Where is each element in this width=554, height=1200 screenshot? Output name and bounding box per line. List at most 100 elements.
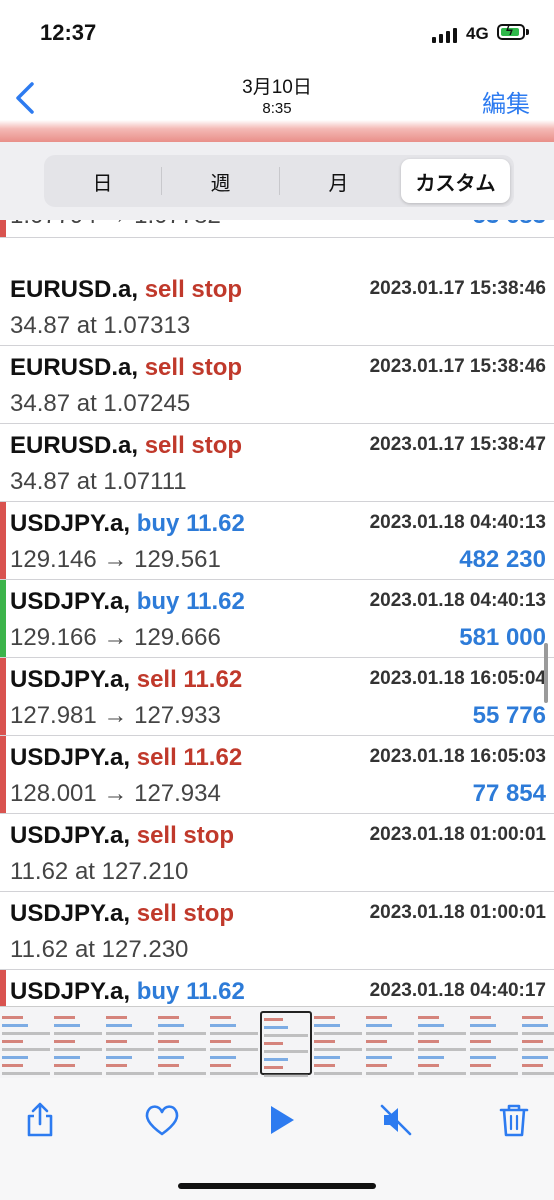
page-thumbnail[interactable] [104,1011,156,1075]
nav-time: 8:35 [262,100,292,117]
row-timestamp: 2023.01.17 15:38:47 [369,434,546,455]
history-row[interactable]: EURUSD.a, sell stop 2023.01.17 15:38:47 34… [0,424,554,502]
trash-icon[interactable] [494,1100,534,1140]
history-row[interactable]: USDJPY.a, buy 11.62 2023.01.18 04:40:17 [0,970,554,1006]
row-symbol: USDJPY.a, [10,666,131,693]
row-action: sell stop [136,900,235,927]
result-color-bar [0,580,6,657]
page-thumbnail[interactable] [312,1011,364,1075]
row-action: sell 11.62 [136,744,243,771]
row-action: sell stop [144,276,243,303]
row-profit: 55 776 [472,702,546,729]
row-detail: 129.146 → 129.561 [10,546,221,573]
history-row[interactable]: USDJPY.a, buy 11.62 2023.01.18 04:40:13 12… [0,502,554,580]
mute-icon[interactable] [376,1100,416,1140]
row-timestamp: 2023.01.18 16:05:03 [369,746,546,767]
status-bar: 12:37 4G ϟ [0,0,554,62]
row-action: sell stop [136,822,235,849]
row-symbol: USDJPY.a, [10,900,131,927]
header-strip [0,120,554,142]
row-title: EURUSD.a, sell stop [10,432,242,460]
row-timestamp: 2023.01.17 15:38:46 [369,278,546,299]
history-row[interactable]: USDJPY.a, buy 11.62 2023.01.18 04:40:13 12… [0,580,554,658]
scroll-indicator[interactable] [544,643,548,703]
row-timestamp: 2023.01.18 01:00:01 [369,902,546,923]
home-indicator [178,1183,376,1189]
row-title: USDJPY.a, buy 11.62 [10,978,245,1006]
page-thumbnail[interactable] [0,1011,52,1075]
network-type: 4G [466,24,489,43]
row-action: buy 11.62 [136,978,245,1005]
row-title: USDJPY.a, buy 11.62 [10,510,245,538]
row-symbol: EURUSD.a, [10,276,139,303]
row-symbol: USDJPY.a, [10,744,131,771]
result-color-bar [0,658,6,735]
thumbnail-strip[interactable] [0,1006,554,1080]
page-thumbnail[interactable] [52,1011,104,1075]
result-color-bar [0,970,6,1006]
result-color-bar [0,220,6,237]
history-row[interactable]: EURUSD.a, sell stop 2023.01.17 15:38:46 34… [0,268,554,346]
result-color-bar [0,736,6,813]
row-profit: 77 854 [472,780,546,807]
row-title: USDJPY.a, sell 11.62 [10,744,242,772]
row-action: buy 11.62 [136,510,245,537]
row-timestamp: 2023.01.17 15:38:46 [369,356,546,377]
row-action: buy 11.62 [136,588,245,615]
row-symbol: EURUSD.a, [10,432,139,459]
share-icon[interactable] [20,1100,60,1140]
period-segmented-control: 日 週 月 カスタム [44,155,514,207]
nav-date: 3月10日 [242,77,312,98]
period-selector-bar: 日 週 月 カスタム [0,142,554,221]
row-detail: 11.62 at 127.210 [10,858,189,885]
history-row[interactable]: USDJPY.a, sell stop 2023.01.18 01:00:01 11… [0,892,554,970]
row-detail: 11.62 at 127.230 [10,936,189,963]
history-list[interactable]: 1.07794 → 1.07782 53 683 EURUSD.a, sell st… [0,220,554,1006]
page-thumbnail[interactable] [156,1011,208,1075]
segment-custom[interactable]: カスタム [401,159,510,203]
row-symbol: USDJPY.a, [10,588,131,615]
segment-divider [279,167,280,195]
row-timestamp: 2023.01.18 04:40:17 [369,980,546,1001]
row-detail: 34.87 at 1.07313 [10,312,191,339]
segment-divider [161,167,162,195]
play-icon[interactable] [261,1100,301,1140]
row-symbol: USDJPY.a, [10,822,131,849]
bottom-toolbar [0,1078,554,1200]
row-profit: 581 000 [459,624,546,651]
page-thumbnail[interactable] [468,1011,520,1075]
row-title: EURUSD.a, sell stop [10,354,242,382]
heart-icon[interactable] [142,1100,182,1140]
segment-month[interactable]: 月 [284,159,393,203]
edit-button[interactable]: 編集 [482,84,530,119]
status-time: 12:37 [40,20,97,45]
row-timestamp: 2023.01.18 04:40:13 [369,512,546,533]
page-thumbnail[interactable] [416,1011,468,1075]
history-row[interactable]: 1.07794 → 1.07782 53 683 [0,220,554,238]
row-symbol: EURUSD.a, [10,354,139,381]
row-title: USDJPY.a, sell stop [10,900,234,928]
row-symbol: USDJPY.a, [10,978,131,1005]
row-timestamp: 2023.01.18 16:05:04 [369,668,546,689]
row-profit: 53 683 [473,220,546,230]
history-row[interactable]: EURUSD.a, sell stop 2023.01.17 15:38:46 34… [0,346,554,424]
row-detail: 34.87 at 1.07111 [10,468,187,495]
history-row[interactable]: USDJPY.a, sell 11.62 2023.01.18 16:05:03 1… [0,736,554,814]
segment-week[interactable]: 週 [166,159,275,203]
row-action: sell stop [144,432,243,459]
battery-icon: ϟ [497,23,525,40]
history-row[interactable]: USDJPY.a, sell stop 2023.01.18 01:00:01 11… [0,814,554,892]
page-thumbnail[interactable] [208,1011,260,1075]
battery-tip [526,29,529,35]
row-symbol: USDJPY.a, [10,510,131,537]
history-row[interactable]: USDJPY.a, sell 11.62 2023.01.18 16:05:04 1… [0,658,554,736]
row-title: USDJPY.a, sell 11.62 [10,666,242,694]
row-timestamp: 2023.01.18 01:00:01 [369,824,546,845]
row-action: sell 11.62 [136,666,243,693]
page-thumbnail[interactable] [364,1011,416,1075]
page-thumbnail[interactable] [520,1011,554,1075]
signal-icon [432,27,457,43]
page-thumbnail[interactable] [260,1011,312,1077]
row-detail: 127.981 → 127.933 [10,702,221,729]
segment-day[interactable]: 日 [48,159,157,203]
